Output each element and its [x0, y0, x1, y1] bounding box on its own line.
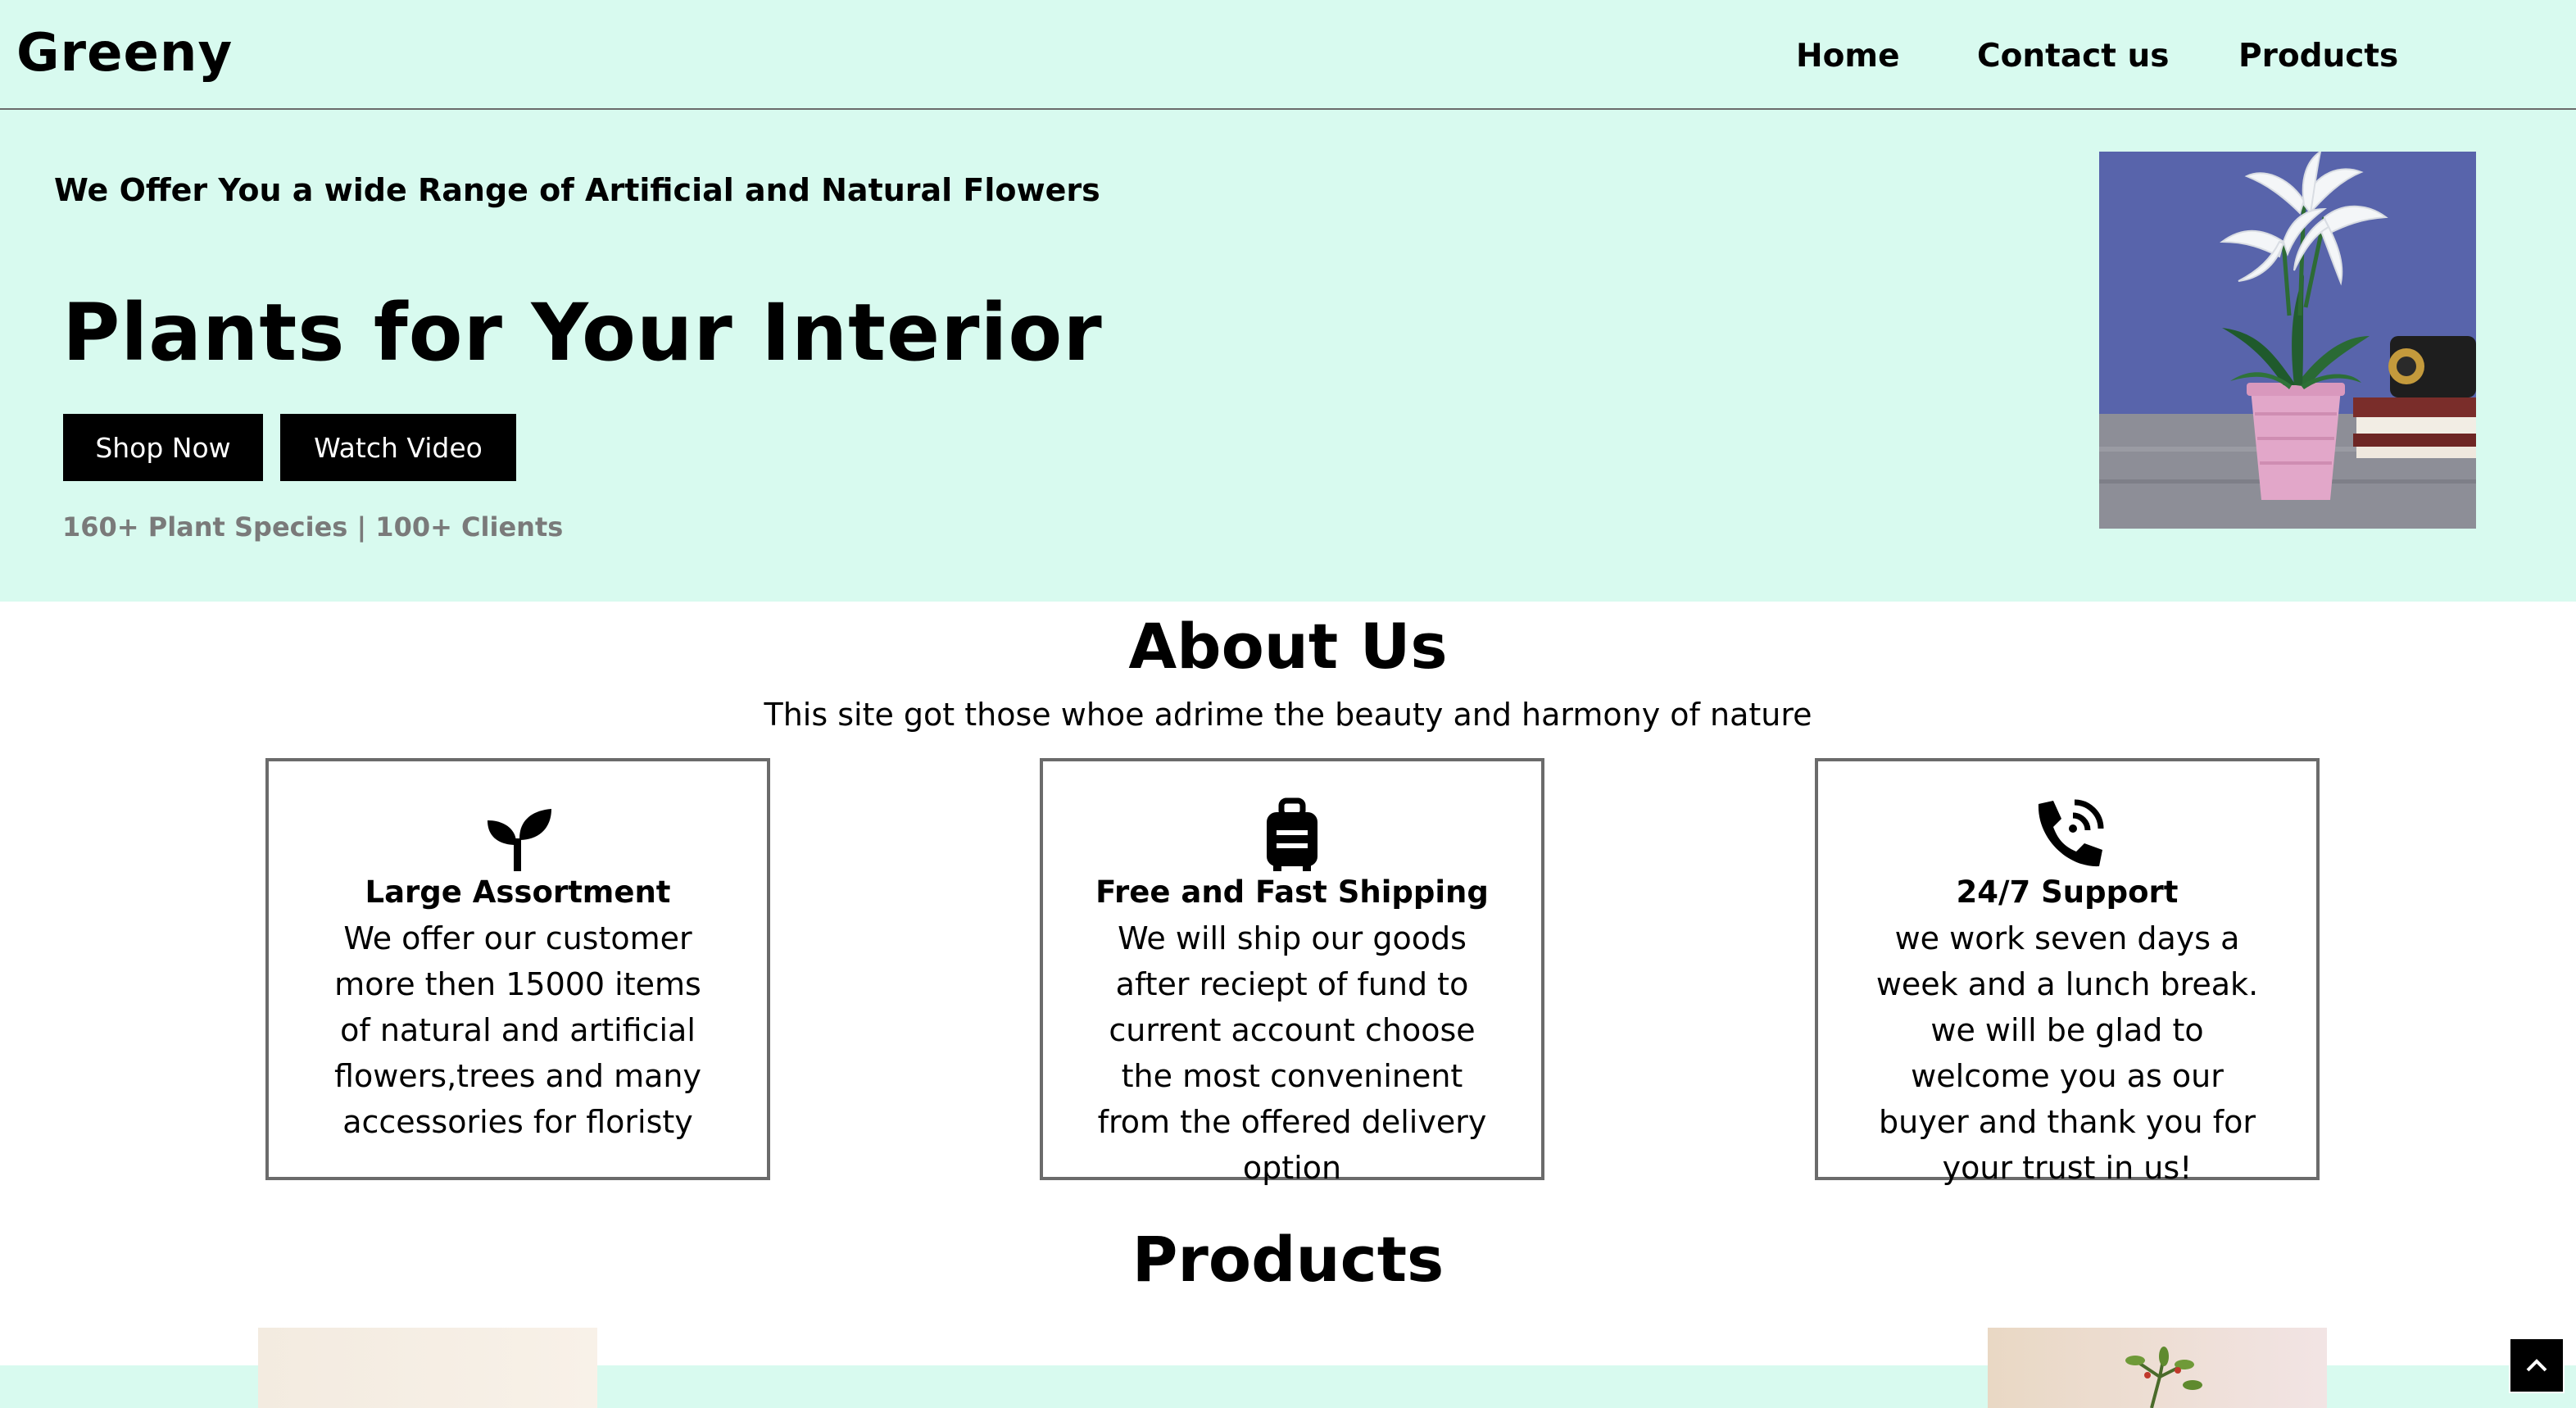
chevron-up-icon [2526, 1359, 2547, 1372]
feature-card-text: we work seven days a week and a lunch br… [1875, 920, 2259, 1186]
phone-call-icon [1818, 797, 2316, 871]
luggage-icon [1043, 797, 1541, 871]
feature-card-text: We offer our customer more then 15000 it… [334, 920, 701, 1140]
product-image[interactable] [1988, 1328, 2327, 1408]
hero-plant-image [2099, 152, 2476, 529]
plant-illustration [2125, 1347, 2202, 1408]
hero-tagline: We Offer You a wide Range of Artificial … [54, 172, 1100, 208]
products-title: Products [1132, 1223, 1444, 1296]
potted-lily-illustration [2099, 152, 2476, 529]
about-title: About Us [1128, 610, 1448, 683]
nav-home-link[interactable]: Home [1796, 38, 1900, 75]
feature-card-text: We will ship our goods after reciept of … [1097, 920, 1487, 1186]
hero-section: We Offer You a wide Range of Artificial … [0, 110, 2576, 602]
feature-card-support: 24/7 Support we work seven days a week a… [1815, 758, 2320, 1186]
feature-card-title: Large Assortment [365, 874, 671, 910]
feature-card-shipping: Free and Fast Shipping We will ship our … [1040, 758, 1544, 1186]
product-image[interactable] [258, 1328, 597, 1408]
feature-card-title: 24/7 Support [1956, 874, 2179, 910]
hero-stats: 160+ Plant Species | 100+ Clients [62, 511, 564, 543]
back-to-top-button[interactable] [2509, 1338, 2565, 1393]
hero-headline: Plants for Your Interior [62, 287, 1103, 379]
site-header: Greeny Home Contact us Products [0, 0, 2576, 110]
site-logo[interactable]: Greeny [16, 23, 233, 84]
feature-card-assortment: Large Assortment We offer our customer m… [265, 758, 770, 1180]
nav-contact-link[interactable]: Contact us [1977, 38, 2169, 75]
about-subtitle: This site got those whoe adrime the beau… [764, 697, 1812, 733]
nav-products-link[interactable]: Products [2238, 38, 2398, 75]
shop-now-button[interactable]: Shop Now [63, 414, 263, 481]
watch-video-button[interactable]: Watch Video [280, 414, 516, 481]
sprout-icon [269, 797, 767, 871]
feature-card-title: Free and Fast Shipping [1095, 874, 1489, 910]
